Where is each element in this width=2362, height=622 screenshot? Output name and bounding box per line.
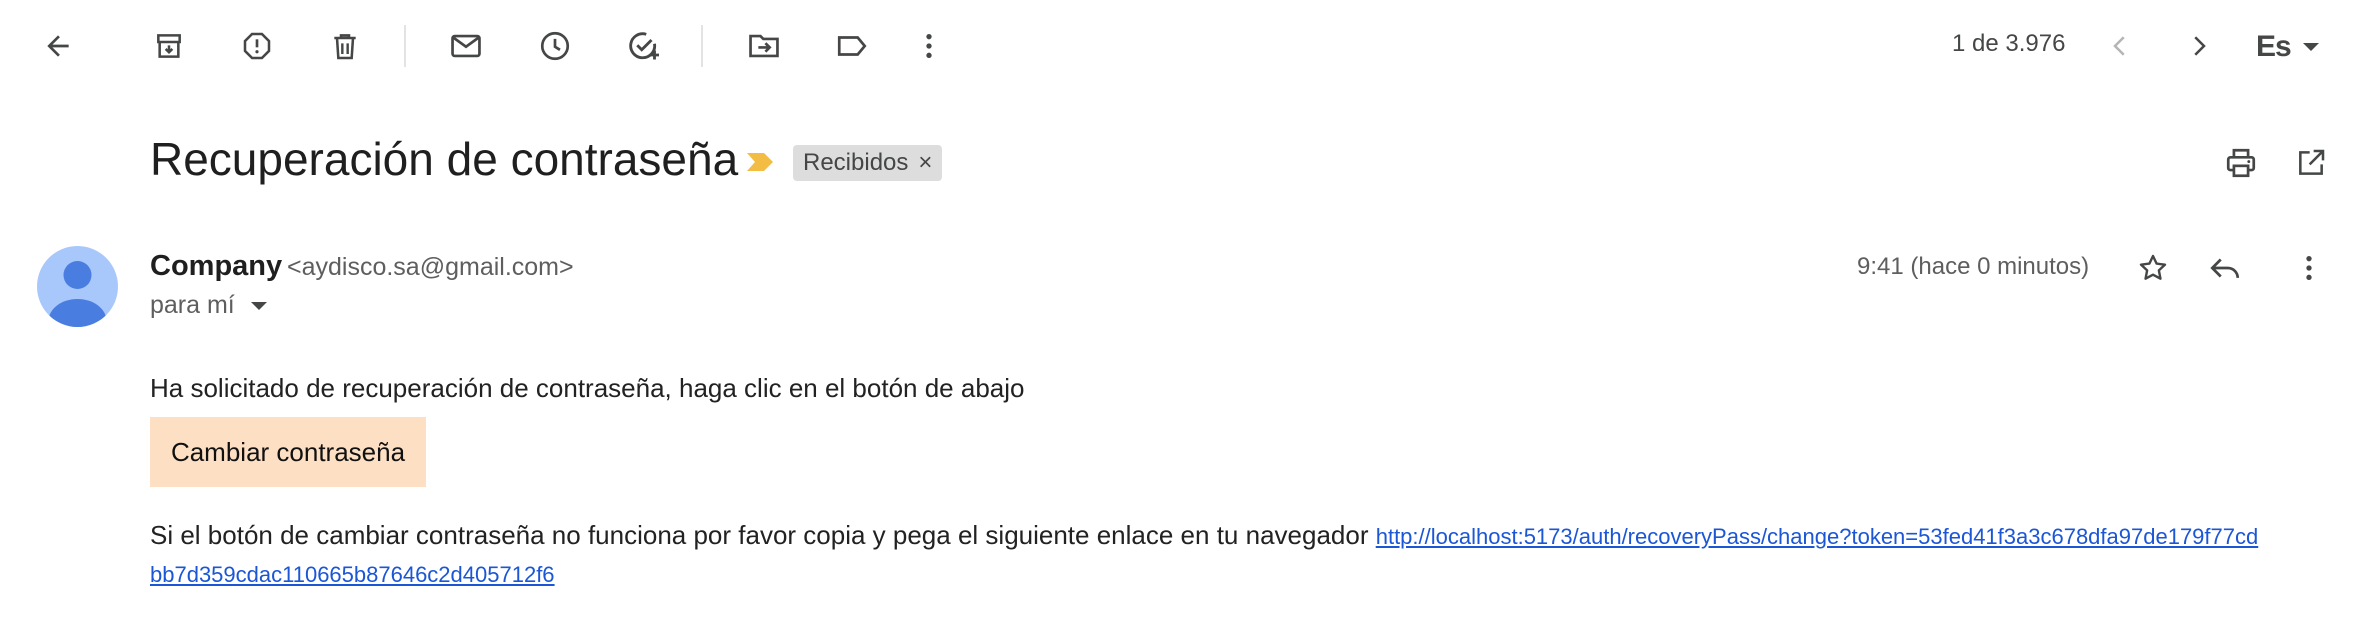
email-timestamp: 9:41 (hace 0 minutos) <box>1857 253 2090 280</box>
label-chip-text: Recibidos <box>803 149 909 176</box>
message-counter: 1 de 3.976 <box>1952 30 2066 57</box>
more-vert-icon[interactable] <box>2286 245 2332 291</box>
email-body-intro: Ha solicitado de recuperación de contras… <box>150 373 1025 403</box>
caret-down-icon[interactable] <box>2302 40 2320 54</box>
older-chevron-icon[interactable] <box>2177 24 2221 68</box>
reply-icon[interactable] <box>2202 245 2248 291</box>
change-password-button[interactable]: Cambiar contraseña <box>150 417 426 487</box>
toolbar-divider <box>404 25 406 67</box>
newer-chevron-icon[interactable] <box>2098 24 2142 68</box>
toolbar-divider <box>701 25 703 67</box>
caret-down-icon <box>250 301 267 310</box>
add-to-tasks-icon[interactable] <box>622 24 666 68</box>
mark-unread-icon[interactable] <box>444 24 488 68</box>
archive-icon[interactable] <box>147 24 191 68</box>
avatar[interactable] <box>37 246 118 327</box>
sender-name[interactable]: Company <box>150 250 282 283</box>
email-body-fallback: Si el botón de cambiar contraseña no fun… <box>150 517 2270 593</box>
print-icon[interactable] <box>2218 140 2264 186</box>
back-arrow-icon[interactable] <box>36 24 80 68</box>
recipient-details-toggle[interactable]: para mí <box>150 291 267 320</box>
sender-email: <aydisco.sa@gmail.com> <box>287 253 574 281</box>
fallback-text: Si el botón de cambiar contraseña no fun… <box>150 520 1369 550</box>
input-language-selector[interactable]: Es <box>2256 30 2292 64</box>
snooze-icon[interactable] <box>533 24 577 68</box>
important-marker-icon[interactable] <box>743 147 777 177</box>
label-icon[interactable] <box>830 24 874 68</box>
move-to-icon[interactable] <box>742 24 786 68</box>
remove-label-icon[interactable]: × <box>918 149 932 177</box>
star-icon[interactable] <box>2130 245 2176 291</box>
open-in-new-window-icon[interactable] <box>2288 140 2334 186</box>
report-spam-icon[interactable] <box>235 24 279 68</box>
delete-icon[interactable] <box>323 24 367 68</box>
recipient-text: para mí <box>150 291 235 319</box>
label-chip-inbox: Recibidos × <box>793 145 943 181</box>
more-vert-icon[interactable] <box>907 24 951 68</box>
email-subject: Recuperación de contraseña <box>150 133 739 185</box>
